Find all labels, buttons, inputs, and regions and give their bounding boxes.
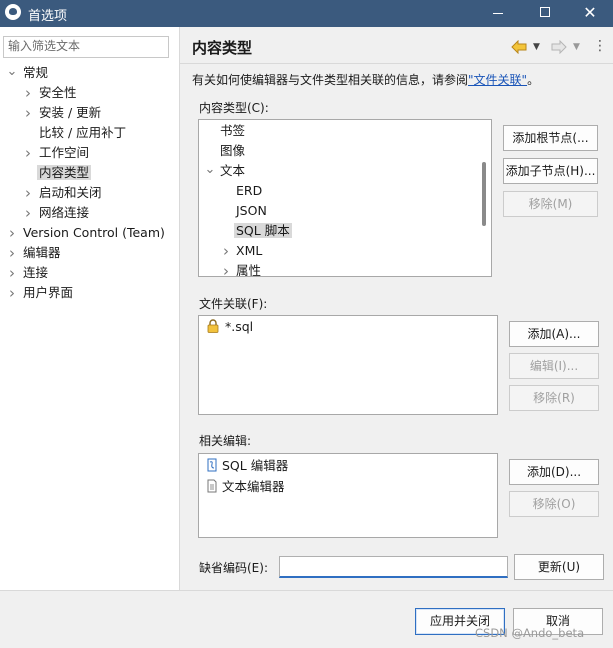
default-encoding-field[interactable] <box>279 556 508 578</box>
tree-row-selected[interactable]: SQL 脚本 <box>234 221 292 241</box>
app-icon <box>5 4 21 20</box>
filter-input[interactable] <box>8 39 164 53</box>
tree-row[interactable]: ERD <box>236 181 262 201</box>
tree-item-label: 连接 <box>23 265 49 280</box>
content-types-label: 内容类型(C): <box>199 101 269 115</box>
chevron-right-icon[interactable] <box>22 83 34 103</box>
tree-item-label: 启动和关闭 <box>39 185 102 200</box>
tree-item-label: 安装 / 更新 <box>39 105 102 120</box>
window-titlebar: 首选项 ✕ <box>0 0 613 27</box>
tree-item-label: 安全性 <box>39 85 77 100</box>
add-association-button[interactable]: 添加(A)... <box>509 321 599 347</box>
tree-item-label: 编辑器 <box>23 245 61 260</box>
chevron-right-icon[interactable] <box>6 263 18 283</box>
add-child-button[interactable]: 添加子节点(H)... <box>503 158 598 184</box>
tree-row[interactable]: 图像 <box>220 141 245 161</box>
scrollbar-thumb[interactable] <box>482 162 486 226</box>
edit-association-button[interactable]: 编辑(I)... <box>509 353 599 379</box>
tree-item-label: 工作空间 <box>39 145 90 160</box>
tree-row[interactable]: JSON <box>236 201 267 221</box>
list-item[interactable]: 文本编辑器 <box>222 477 285 497</box>
maximize-icon <box>540 7 550 17</box>
tree-row-label: SQL 脚本 <box>234 223 292 238</box>
chevron-right-icon[interactable] <box>220 241 232 261</box>
maximize-button[interactable] <box>522 0 568 27</box>
page-title: 内容类型 <box>192 39 253 57</box>
tree-row-label: ERD <box>236 183 263 198</box>
associated-editors-label: 相关编辑: <box>199 434 252 448</box>
page-description: 有关如何使编辑器与文件类型相关联的信息，请参阅"文件关联"。 <box>192 71 539 88</box>
tree-row-label: 书签 <box>220 123 246 138</box>
forward-arrow-icon[interactable] <box>551 40 567 54</box>
filter-field[interactable] <box>3 36 169 58</box>
minimize-icon <box>493 12 503 14</box>
forward-dropdown-icon[interactable]: ▼ <box>573 39 580 55</box>
close-icon: ✕ <box>583 3 597 22</box>
chevron-right-icon[interactable] <box>22 183 34 203</box>
minimize-button[interactable] <box>475 0 521 27</box>
back-dropdown-icon[interactable]: ▼ <box>533 39 540 55</box>
watermark-text: CSDN @Ando_beta <box>475 626 585 640</box>
chevron-right-icon[interactable] <box>22 203 34 223</box>
chevron-down-icon[interactable] <box>204 161 216 181</box>
add-editor-button[interactable]: 添加(D)... <box>509 459 599 485</box>
chevron-right-icon[interactable] <box>220 261 232 276</box>
tree-item-label: 比较 / 应用补丁 <box>39 125 127 140</box>
add-root-button[interactable]: 添加根节点(... <box>503 125 598 151</box>
tree-row-label: XML <box>236 243 263 258</box>
preferences-tree-panel: 常规 安全性 安装 / 更新 比较 / 应用补丁 工作空间 内容类型 启动和关闭… <box>0 27 179 590</box>
chevron-right-icon[interactable] <box>6 243 18 263</box>
remove-content-type-button[interactable]: 移除(M) <box>503 191 598 217</box>
tree-item-content-types[interactable]: 内容类型 <box>37 163 92 183</box>
chevron-right-icon[interactable] <box>6 283 18 303</box>
lock-icon <box>207 319 219 333</box>
tree-row-label: 图像 <box>220 143 246 158</box>
close-button[interactable]: ✕ <box>567 0 613 27</box>
tree-item-label: 网络连接 <box>39 205 90 220</box>
list-item-label: SQL 编辑器 <box>222 458 289 473</box>
list-item-label: *.sql <box>225 319 254 334</box>
remove-editor-button[interactable]: 移除(O) <box>509 491 599 517</box>
description-text: 有关如何使编辑器与文件类型相关联的信息，请参阅 <box>192 73 469 87</box>
remove-association-button[interactable]: 移除(R) <box>509 385 599 411</box>
tree-row[interactable]: 书签 <box>220 121 245 141</box>
chevron-right-icon[interactable] <box>6 223 18 243</box>
description-end: 。 <box>527 73 540 87</box>
file-associations-list[interactable]: *.sql <box>198 315 498 415</box>
preference-page: 内容类型 ▼ ▼ ⋮ 有关如何使编辑器与文件类型相关联的信息，请参阅"文件关联"… <box>180 27 613 590</box>
tree-item-label: 内容类型 <box>37 165 92 180</box>
more-menu-icon[interactable]: ⋮ <box>593 39 607 55</box>
window-title: 首选项 <box>28 9 68 24</box>
tree-item-compare-patch[interactable]: 比较 / 应用补丁 <box>39 123 126 143</box>
tree-row-label: 属性 <box>236 263 262 277</box>
back-arrow-icon[interactable] <box>511 40 527 54</box>
chevron-right-icon[interactable] <box>22 103 34 123</box>
file-associations-label: 文件关联(F): <box>199 297 268 311</box>
header-divider <box>180 63 613 64</box>
list-item-label: 文本编辑器 <box>222 479 285 494</box>
text-file-icon <box>207 479 217 493</box>
list-item[interactable]: *.sql <box>225 317 253 337</box>
default-encoding-input[interactable] <box>280 557 507 575</box>
tree-row-label: JSON <box>236 203 267 218</box>
default-encoding-label: 缺省编码(E): <box>199 561 268 575</box>
update-encoding-button[interactable]: 更新(U) <box>514 554 604 580</box>
associated-editors-list[interactable]: SQL 编辑器 文本编辑器 <box>198 453 498 538</box>
tree-row-label: 文本 <box>220 163 246 178</box>
list-item[interactable]: SQL 编辑器 <box>222 456 288 476</box>
tree-item-label: Version Control (Team) <box>23 225 165 240</box>
file-associations-link[interactable]: "文件关联" <box>468 73 527 87</box>
sql-editor-icon <box>207 458 217 472</box>
chevron-right-icon[interactable] <box>22 143 34 163</box>
content-types-tree[interactable]: 书签 图像 文本 ERD JSON SQL 脚本 XML 属性 <box>198 119 492 277</box>
tree-item-label: 用户界面 <box>23 285 74 300</box>
chevron-down-icon[interactable] <box>6 63 18 83</box>
tree-item-label: 常规 <box>23 65 49 80</box>
